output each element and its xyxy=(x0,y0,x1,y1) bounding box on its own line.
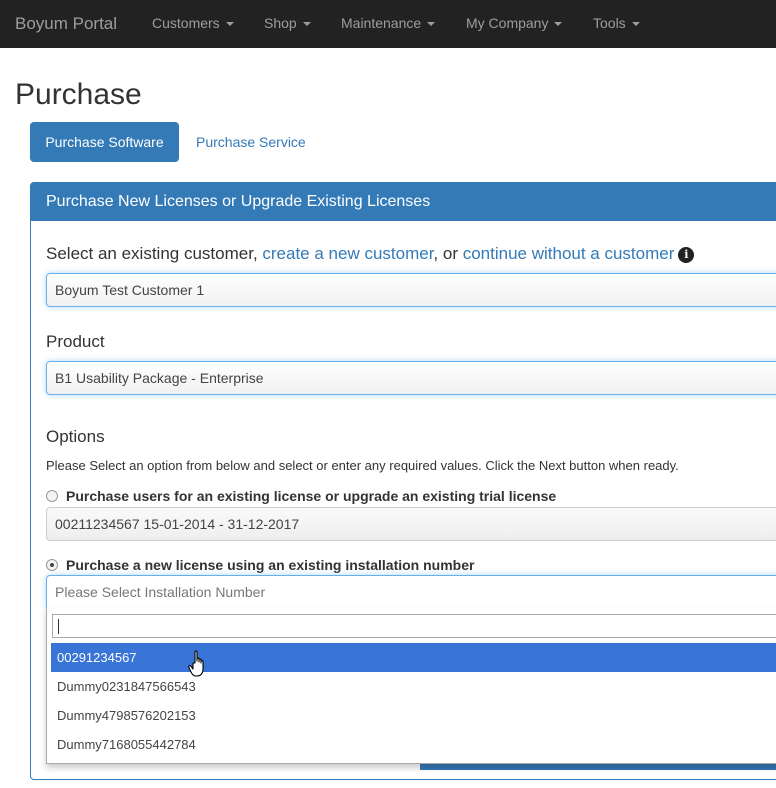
installation-dropdown: 00291234567 Dummy0231847566543 Dummy4798… xyxy=(46,608,776,764)
options-label: Options xyxy=(46,427,105,446)
hand-pointer-icon xyxy=(188,650,204,677)
create-customer-link[interactable]: create a new customer xyxy=(262,244,433,263)
dropdown-option[interactable]: Dummy7168055442784 xyxy=(51,730,776,759)
customer-prompt-text: Select an existing customer, xyxy=(46,244,263,263)
customer-select[interactable]: Boyum Test Customer 1 xyxy=(46,273,776,307)
existing-license-select[interactable]: 00211234567 15-01-2014 - 31-12-2017 xyxy=(46,507,776,541)
customer-prompt: Select an existing customer, create a ne… xyxy=(46,244,695,264)
caret-down-icon xyxy=(631,22,640,27)
caret-down-icon xyxy=(554,22,563,27)
panel-heading: Purchase New Licenses or Upgrade Existin… xyxy=(31,183,776,221)
info-circle-icon[interactable]: i xyxy=(678,247,695,263)
page-title: Purchase xyxy=(15,78,142,111)
nav-shop[interactable]: Shop xyxy=(264,15,311,31)
product-label: Product xyxy=(46,332,105,351)
nav-my-company-label: My Company xyxy=(466,15,549,31)
brand-logo[interactable]: Boyum Portal xyxy=(15,14,117,34)
option1-radio[interactable] xyxy=(46,490,58,502)
option2-label[interactable]: Purchase a new license using an existing… xyxy=(66,557,474,573)
text-cursor xyxy=(58,619,59,634)
installation-number-select[interactable]: Please Select Installation Number xyxy=(46,575,776,609)
continue-without-customer-link[interactable]: continue without a customer xyxy=(463,244,675,263)
nav-customers-label: Customers xyxy=(152,15,220,31)
top-navbar: Boyum Portal Customers Shop Maintenance … xyxy=(0,0,776,48)
nav-tools[interactable]: Tools xyxy=(593,15,640,31)
nav-shop-label: Shop xyxy=(264,15,297,31)
caret-down-icon xyxy=(427,22,436,27)
tab-purchase-service[interactable]: Purchase Service xyxy=(181,122,321,162)
options-help-text: Please Select an option from below and s… xyxy=(46,458,679,473)
option2-radio[interactable] xyxy=(46,559,58,571)
nav-maintenance-label: Maintenance xyxy=(341,15,422,31)
caret-down-icon xyxy=(225,22,234,27)
dropdown-option[interactable]: 00291234567 xyxy=(51,643,776,672)
nav-customers[interactable]: Customers xyxy=(152,15,234,31)
nav-my-company[interactable]: My Company xyxy=(466,15,563,31)
customer-prompt-middle: , or xyxy=(433,244,463,263)
dropdown-option[interactable]: Dummy4798576202153 xyxy=(51,701,776,730)
tab-purchase-software[interactable]: Purchase Software xyxy=(30,122,179,162)
nav-maintenance[interactable]: Maintenance xyxy=(341,15,436,31)
option1-label[interactable]: Purchase users for an existing license o… xyxy=(66,488,556,504)
nav-tools-label: Tools xyxy=(593,15,626,31)
dropdown-option[interactable]: Dummy0231847566543 xyxy=(51,672,776,701)
dropdown-search-input[interactable] xyxy=(52,614,776,638)
caret-down-icon xyxy=(302,22,311,27)
product-select[interactable]: B1 Usability Package - Enterprise xyxy=(46,361,776,395)
